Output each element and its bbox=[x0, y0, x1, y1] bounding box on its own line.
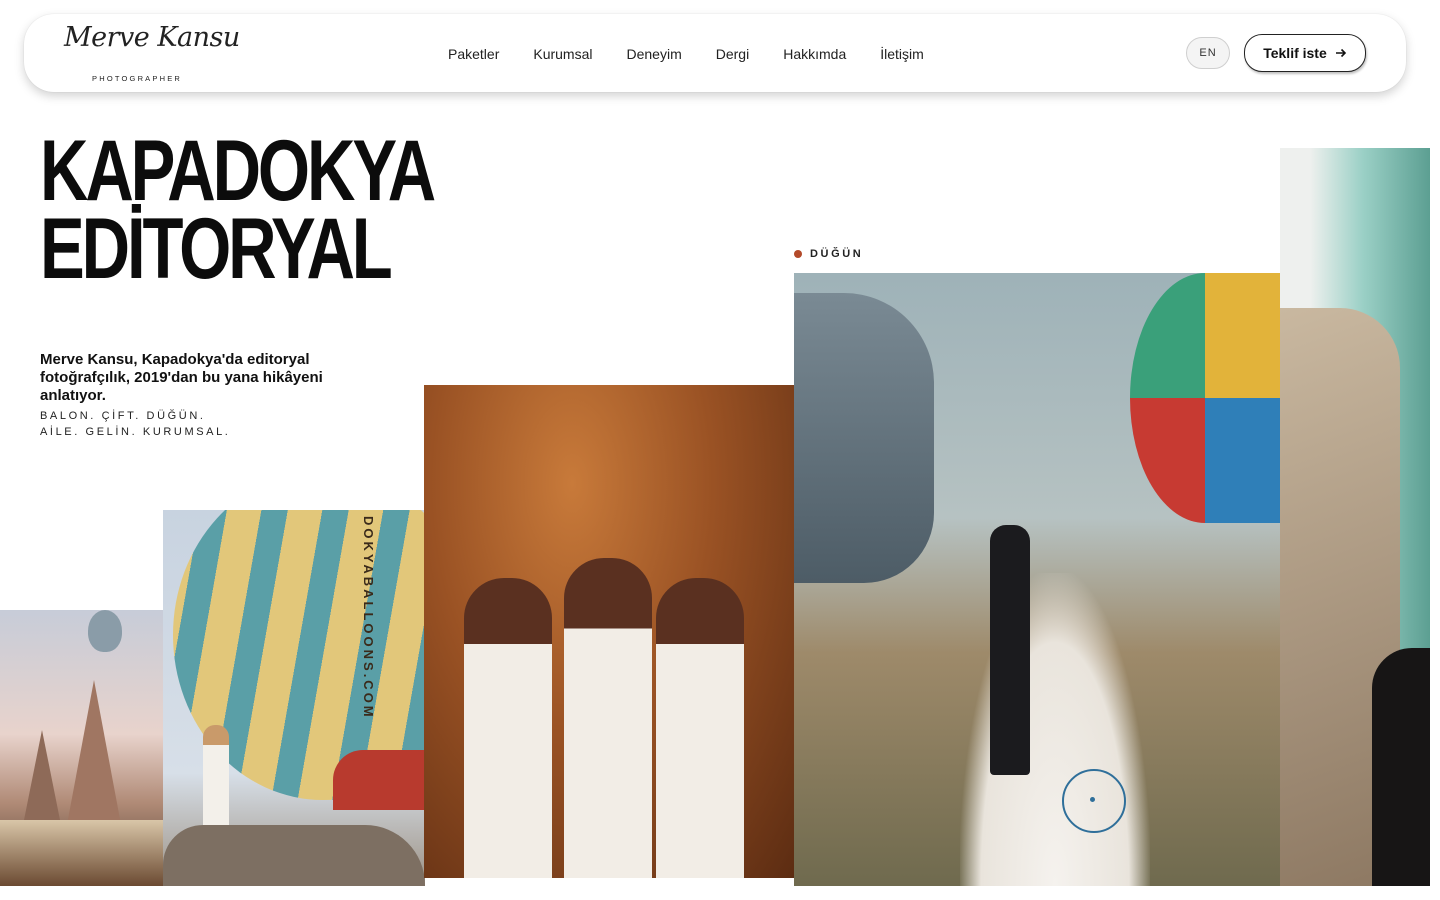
hero-title: KAPADOKYA EDİTORYAL bbox=[40, 123, 436, 297]
logo-tagline: PHOTOGRAPHER bbox=[92, 74, 183, 83]
language-toggle-button[interactable]: EN bbox=[1186, 37, 1230, 69]
category-label-text: DÜĞÜN bbox=[810, 248, 864, 260]
request-quote-label: Teklif iste bbox=[1263, 45, 1327, 61]
balloon-text: DOKYABALLOONS.COM bbox=[361, 516, 376, 720]
arrow-right-icon bbox=[1335, 48, 1346, 58]
photo-balloon bbox=[88, 610, 122, 652]
nav-item-deneyim[interactable]: Deneyim bbox=[627, 46, 682, 66]
nav-item-paketler[interactable]: Paketler bbox=[448, 46, 499, 66]
photo-woman bbox=[464, 578, 552, 878]
gallery-photo-rooftop[interactable] bbox=[0, 610, 165, 886]
category-dot-icon bbox=[794, 250, 802, 258]
site-header: Merve Kansu PHOTOGRAPHER Paketler Kurums… bbox=[24, 14, 1406, 92]
photo-woman bbox=[203, 725, 229, 835]
language-label: EN bbox=[1199, 47, 1217, 59]
service-tags-line1: BALON. ÇİFT. DÜĞÜN. bbox=[40, 410, 206, 422]
service-tags: BALON. ÇİFT. DÜĞÜN. AİLE. GELİN. KURUMSA… bbox=[40, 408, 230, 440]
gallery-photo-right-partial[interactable] bbox=[1280, 148, 1430, 886]
photo-chimney bbox=[66, 680, 122, 830]
request-quote-button[interactable]: Teklif iste bbox=[1244, 34, 1366, 72]
category-label: DÜĞÜN bbox=[794, 248, 863, 260]
photo-balloon bbox=[1130, 273, 1280, 523]
cursor-dot-icon bbox=[1090, 797, 1095, 802]
nav-item-kurumsal[interactable]: Kurumsal bbox=[533, 46, 592, 66]
photo-woman bbox=[656, 578, 744, 878]
photo-dress bbox=[960, 573, 1150, 886]
photo-balloon-skirt bbox=[333, 750, 425, 810]
photo-groom bbox=[990, 525, 1030, 775]
photo-table bbox=[0, 820, 165, 886]
photo-balloon bbox=[794, 293, 934, 583]
nav-item-dergi[interactable]: Dergi bbox=[716, 46, 749, 66]
photo-woman bbox=[564, 558, 652, 878]
photo-figure bbox=[1372, 648, 1430, 886]
hero-title-line1: KAPADOKYA bbox=[40, 123, 436, 219]
nav-item-iletisim[interactable]: İletişim bbox=[880, 46, 924, 66]
logo-script: Merve Kansu bbox=[64, 22, 240, 53]
photo-rock-base bbox=[163, 825, 425, 886]
gallery-photo-cave-women[interactable] bbox=[424, 385, 794, 878]
service-tags-line2: AİLE. GELİN. KURUMSAL. bbox=[40, 426, 231, 438]
gallery-photo-balloon-woman[interactable]: DOKYABALLOONS.COM bbox=[163, 510, 425, 886]
hero-intro: Merve Kansu, Kapadokya'da editoryal foto… bbox=[40, 351, 323, 404]
nav-item-hakkimda[interactable]: Hakkımda bbox=[783, 46, 846, 66]
gallery-photo-wedding[interactable] bbox=[794, 273, 1280, 886]
logo[interactable]: Merve Kansu PHOTOGRAPHER bbox=[64, 22, 240, 86]
hero-title-line2: EDİTORYAL bbox=[40, 201, 393, 297]
main-nav: Paketler Kurumsal Deneyim Dergi Hakkımda… bbox=[448, 46, 924, 66]
